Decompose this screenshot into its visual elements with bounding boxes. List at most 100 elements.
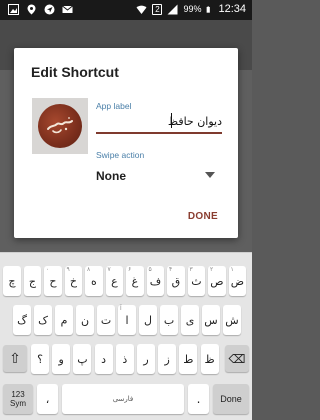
status-left-icons	[8, 4, 73, 15]
key-row3-7[interactable]: و	[52, 344, 71, 374]
key-hint: ۹	[66, 266, 70, 273]
key-char: ص	[210, 274, 224, 288]
clock: 12:34	[218, 3, 246, 15]
shortcut-icon-picker[interactable]	[32, 98, 88, 154]
symbols-key[interactable]: 123 Sym	[3, 384, 33, 414]
key-row3-8[interactable]: ؟	[31, 344, 49, 374]
key-row2-0[interactable]: ش	[223, 305, 241, 335]
period-key[interactable]: .	[188, 384, 209, 414]
key-char: ا	[125, 313, 129, 327]
key-row1-6[interactable]: ع۷	[105, 266, 124, 296]
key-row2-9[interactable]: ک	[34, 305, 52, 335]
key-row2-10[interactable]: گ	[13, 305, 31, 335]
app-label-caption: App label	[96, 101, 132, 111]
key-char: ش	[225, 313, 239, 327]
image-icon	[8, 4, 19, 15]
key-char: ض	[230, 274, 245, 288]
key-char: ف	[149, 274, 162, 288]
key-row3-3[interactable]: ر	[137, 344, 155, 374]
key-row3-1[interactable]: ط	[179, 344, 198, 374]
key-row1-11[interactable]: چ	[3, 266, 21, 296]
key-row2-3[interactable]: ب	[160, 305, 178, 335]
key-row1-7[interactable]: ه۸	[85, 266, 103, 296]
key-hint: ۰	[46, 266, 50, 273]
key-row1-4[interactable]: ف۵	[146, 266, 165, 296]
key-row2-7[interactable]: ن	[76, 305, 94, 335]
key-hint: ۷	[107, 266, 111, 273]
key-row2-5[interactable]: اآ	[118, 305, 136, 335]
key-char: م	[60, 313, 68, 327]
key-char: ت	[100, 313, 112, 327]
key-char: ک	[38, 313, 48, 327]
key-char: ل	[144, 313, 152, 327]
key-row3-2[interactable]: ز	[158, 344, 177, 374]
key-char: ذ	[122, 352, 128, 366]
calligraphy-icon	[47, 117, 73, 134]
key-char: ب	[163, 313, 175, 327]
key-row1-2[interactable]: ث۳	[187, 266, 206, 296]
comma-key[interactable]: ،	[37, 384, 58, 414]
battery-percent: 99%	[183, 4, 202, 14]
key-char: ظ	[204, 352, 215, 366]
text-cursor	[171, 113, 172, 128]
key-char: ج	[28, 274, 36, 288]
key-hint: ۱	[230, 266, 234, 273]
key-char: ع	[111, 274, 118, 288]
key-row2-1[interactable]: س	[202, 305, 220, 335]
key-hint: ۵	[148, 266, 152, 273]
key-char: س	[204, 313, 218, 327]
key-char: گ	[17, 313, 27, 327]
done-key[interactable]: Done	[213, 384, 249, 414]
key-row1-1[interactable]: ص۲	[208, 266, 226, 296]
key-char: ر	[143, 352, 149, 366]
dropdown-arrow-icon[interactable]	[205, 172, 215, 178]
key-row2-4[interactable]: ل	[139, 305, 157, 335]
key-char: ح	[49, 274, 57, 288]
key-hint: ۶	[128, 266, 132, 273]
swipe-action-caption: Swipe action	[96, 150, 145, 160]
done-button[interactable]: DONE	[188, 211, 218, 222]
space-key-label: فارسی	[112, 395, 134, 403]
key-char: ی	[185, 313, 195, 327]
key-row3-4[interactable]: ذ	[115, 344, 134, 374]
keyboard: ض۱ص۲ث۳ق۴ف۵غ۶ع۷ه۸خ۹ح۰جچ شسیبلاآتنمکگ ظطزر…	[0, 252, 252, 420]
key-hint: ۸	[87, 266, 91, 273]
key-row1-10[interactable]: ج	[23, 266, 42, 296]
key-hint: ۴	[169, 266, 173, 273]
send-icon	[44, 4, 55, 15]
key-row3-0[interactable]: ظ	[200, 344, 219, 374]
key-char: د	[101, 352, 107, 366]
status-right-icons: 2 99% 12:34	[136, 3, 246, 15]
key-row2-8[interactable]: م	[55, 305, 73, 335]
shift-key[interactable]: ⇧	[3, 345, 27, 372]
key-row3-5[interactable]: د	[94, 344, 113, 374]
mail-icon	[62, 5, 73, 13]
key-char: خ	[69, 274, 77, 288]
battery-icon	[207, 5, 211, 13]
app-label-underline	[96, 132, 222, 134]
key-hint: ۲	[210, 266, 214, 273]
key-char: ن	[80, 313, 90, 327]
key-row2-2[interactable]: ی	[181, 305, 199, 335]
swipe-action-dropdown[interactable]: None	[96, 169, 126, 183]
key-hint: آ	[120, 305, 122, 312]
edit-shortcut-dialog: Edit Shortcut App label Swipe action Non…	[14, 48, 238, 238]
key-char: غ	[131, 274, 139, 288]
key-char: ز	[164, 352, 170, 366]
key-char: ث	[191, 274, 202, 288]
key-row1-8[interactable]: خ۹	[64, 266, 83, 296]
hafez-app-icon	[38, 104, 82, 148]
key-row1-9[interactable]: ح۰	[44, 266, 62, 296]
key-char: ه	[91, 274, 97, 288]
signal-icon	[167, 4, 178, 14]
app-label-input[interactable]	[96, 111, 222, 131]
status-bar: 2 99% 12:34	[0, 0, 252, 20]
sim-icon: 2	[152, 3, 163, 15]
backspace-key[interactable]: ⌫	[225, 345, 249, 372]
key-row1-5[interactable]: غ۶	[126, 266, 144, 296]
key-row2-6[interactable]: ت	[97, 305, 115, 335]
space-key[interactable]: فارسی	[62, 384, 184, 414]
key-row1-3[interactable]: ق۴	[167, 266, 185, 296]
key-row1-0[interactable]: ض۱	[228, 266, 247, 296]
key-row3-6[interactable]: پ	[73, 344, 92, 374]
